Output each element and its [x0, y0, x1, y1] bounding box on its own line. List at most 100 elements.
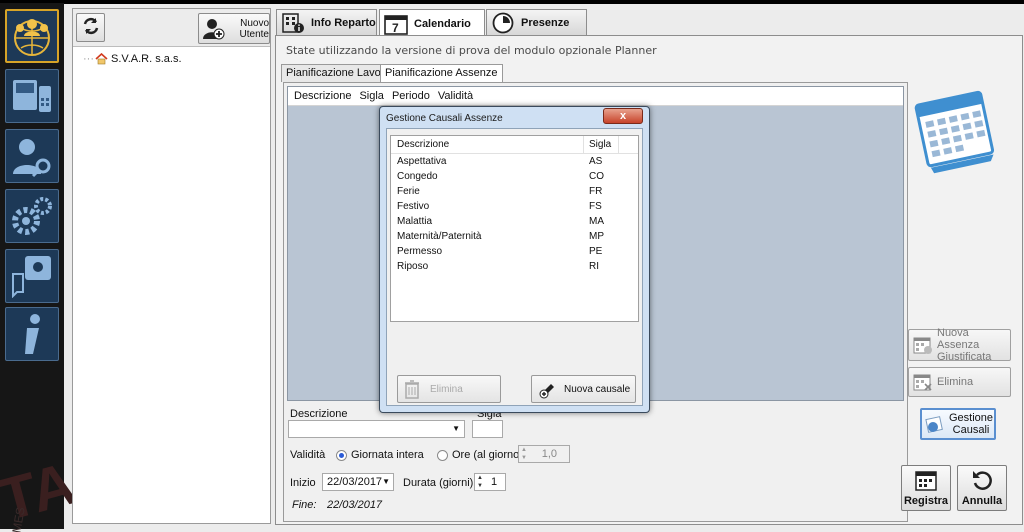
building-info-icon	[281, 12, 305, 34]
cause-desc: Festivo	[397, 201, 430, 212]
cause-desc: Ferie	[397, 186, 420, 197]
pencil-add-icon	[538, 379, 558, 399]
durata-value: 1	[491, 476, 498, 488]
new-user-button[interactable]: Nuovo Utente	[198, 13, 270, 44]
tab-info-reparto-label: Info Reparto	[311, 17, 376, 29]
add-user-icon	[203, 18, 225, 40]
new-absence-button[interactable]: Nuova Assenza Giustificata	[908, 327, 1011, 363]
causes-list-header: Descrizione Sigla	[391, 136, 638, 154]
causali-dialog: Gestione Causali Assenze x Descrizione S…	[379, 106, 650, 413]
ore-radio[interactable]	[437, 450, 448, 461]
subtab-pianificazione-assenze-label: Pianificazione Assenze	[385, 67, 498, 79]
tab-presenze[interactable]: Presenze	[486, 9, 587, 36]
tab-calendario[interactable]: 7 Calendario	[379, 9, 485, 37]
chevron-down-icon: ▼	[382, 477, 390, 486]
user-key-icon[interactable]	[5, 129, 59, 183]
fine-label: Fine:	[292, 499, 317, 511]
new-absence-label: Nuova Assenza Giustificata	[937, 327, 992, 363]
list-item[interactable]: Ferie FR	[391, 186, 638, 201]
durata-label: Durata (giorni)	[403, 477, 474, 489]
grid-header: Descrizione Sigla Periodo Validità	[288, 87, 903, 106]
ore-label: Ore (al giorno)	[452, 449, 523, 461]
new-cause-button[interactable]: Nuova causale	[531, 375, 636, 403]
col-sigla[interactable]: Sigla	[584, 136, 619, 153]
dialog-title: Gestione Causali Assenze	[386, 113, 503, 124]
home-icon	[95, 53, 108, 65]
support-headset-icon[interactable]	[5, 249, 59, 303]
tab-calendario-label: Calendario	[414, 17, 471, 30]
inizio-date-picker[interactable]: 22/03/2017 ▼	[322, 473, 394, 491]
stepper-arrows-icon: ▲ ▼	[477, 475, 483, 489]
giornata-intera-label: Giornata intera	[351, 449, 424, 461]
delete-cause-label: Elimina	[430, 383, 463, 395]
cause-desc: Maternità/Paternità	[397, 231, 482, 242]
left-rail: TA TIMES	[0, 0, 83, 532]
dialog-close-button[interactable]: x	[603, 108, 643, 124]
new-user-label-line2: Utente	[239, 28, 269, 40]
cause-code: AS	[589, 156, 603, 167]
trash-icon	[404, 379, 420, 399]
terminal-keypad-icon[interactable]	[5, 69, 59, 123]
cause-code: CO	[589, 171, 604, 182]
manage-causes-button[interactable]: Gestione Causali	[920, 408, 996, 440]
inizio-value: 22/03/2017	[327, 476, 383, 488]
list-item[interactable]: Congedo CO	[391, 171, 638, 186]
calendar-add-icon	[913, 335, 933, 355]
tree-toolbar: Nuovo Utente	[73, 9, 270, 47]
cause-code: PE	[589, 246, 603, 257]
trial-notice: State utilizzando la versione di prova d…	[286, 44, 657, 57]
cause-desc: Permesso	[397, 246, 443, 257]
annulla-button[interactable]: Annulla	[957, 465, 1007, 511]
ore-stepper[interactable]: 1,0 ▲ ▼	[518, 445, 570, 463]
cause-code: MP	[589, 231, 604, 242]
grid-col-descrizione[interactable]: Descrizione	[294, 90, 351, 102]
cause-code: FR	[589, 186, 603, 197]
clock-icon	[491, 12, 515, 34]
grid-col-periodo[interactable]: Periodo	[392, 90, 430, 102]
people-globe-icon[interactable]	[5, 9, 59, 63]
new-user-label-line1: Nuovo	[240, 17, 269, 29]
delete-absence-button[interactable]: Elimina	[908, 367, 1011, 397]
list-item[interactable]: Permesso PE	[391, 246, 638, 261]
subtab-pianificazione-assenze[interactable]: Pianificazione Assenze	[380, 64, 503, 83]
inizio-label: Inizio	[290, 477, 316, 489]
subtab-pianificazione-lavoro[interactable]: Pianificazione Lavoro	[281, 64, 396, 82]
grid-col-sigla[interactable]: Sigla	[359, 90, 383, 102]
tab-presenze-label: Presenze	[521, 17, 570, 29]
descrizione-select[interactable]: ▼	[288, 420, 465, 438]
tree-item-label: S.V.A.R. s.a.s.	[111, 53, 182, 65]
registra-label: Registra	[903, 495, 949, 507]
descrizione-label: Descrizione	[290, 408, 348, 420]
absence-form: Descrizione ▼ Sigla Validità Giornata in…	[287, 405, 904, 518]
sigla-field[interactable]	[472, 420, 503, 438]
subtab-pianificazione-lavoro-label: Pianificazione Lavoro	[286, 67, 391, 79]
new-user-label: Nuovo Utente	[227, 18, 269, 40]
info-icon[interactable]	[5, 307, 59, 361]
col-descrizione[interactable]: Descrizione	[391, 136, 584, 153]
calendar-7-icon: 7	[384, 13, 408, 35]
durata-stepper[interactable]: 1 ▲ ▼	[474, 473, 506, 491]
delete-cause-button[interactable]: Elimina	[397, 375, 501, 403]
calendar-edit-icon	[925, 414, 945, 434]
dialog-body: Descrizione Sigla Aspettativa AS Congedo C…	[386, 128, 643, 406]
registra-button[interactable]: Registra	[901, 465, 951, 511]
list-item[interactable]: Festivo FS	[391, 201, 638, 216]
gears-icon[interactable]	[5, 189, 59, 243]
svg-text:7: 7	[392, 21, 399, 35]
causes-list[interactable]: Descrizione Sigla Aspettativa AS Congedo C…	[390, 135, 639, 322]
calendar-save-icon	[915, 469, 937, 491]
list-item[interactable]: Malattia MA	[391, 216, 638, 231]
refresh-button[interactable]	[76, 13, 105, 42]
list-item[interactable]: Riposo RI	[391, 261, 638, 276]
grid-col-validita[interactable]: Validità	[438, 90, 473, 102]
cause-code: FS	[589, 201, 602, 212]
giornata-intera-radio[interactable]	[336, 450, 347, 461]
tab-info-reparto[interactable]: Info Reparto	[276, 9, 377, 36]
chevron-down-icon: ▼	[452, 424, 460, 433]
list-item[interactable]: Aspettativa AS	[391, 156, 638, 171]
calendar-delete-icon	[913, 372, 933, 392]
close-icon: x	[619, 110, 627, 122]
list-item[interactable]: Maternità/Paternità MP	[391, 231, 638, 246]
tree-item-root[interactable]: ··· S.V.A.R. s.a.s.	[83, 53, 182, 65]
cause-code: RI	[589, 261, 599, 272]
